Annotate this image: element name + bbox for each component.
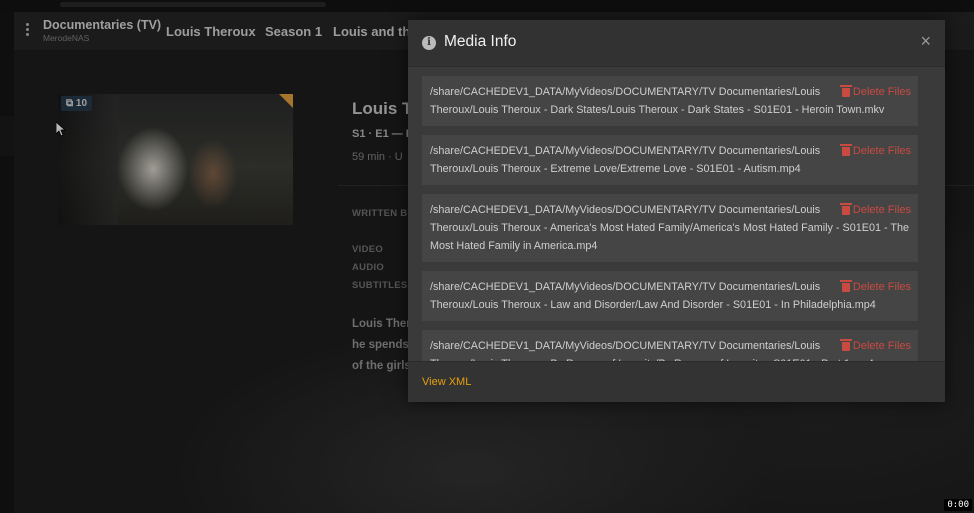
trash-icon [839, 85, 852, 97]
file-list[interactable]: /share/CACHEDEV1_DATA/MyVideos/DOCUMENTA… [422, 76, 918, 362]
trash-icon [839, 280, 852, 292]
file-path: /share/CACHEDEV1_DATA/MyVideos/DOCUMENTA… [430, 145, 821, 175]
view-xml-link[interactable]: View XML [422, 376, 471, 388]
trash-icon [839, 144, 852, 156]
delete-files-button[interactable]: Delete Files [839, 201, 911, 219]
modal-title: Media Info [444, 33, 517, 50]
media-info-modal: i Media Info × /share/CACHEDEV1_DATA/MyV… [408, 20, 945, 402]
file-item: /share/CACHEDEV1_DATA/MyVideos/DOCUMENTA… [422, 271, 918, 321]
close-button[interactable]: × [920, 32, 931, 50]
file-item: /share/CACHEDEV1_DATA/MyVideos/DOCUMENTA… [422, 330, 918, 362]
file-path: /share/CACHEDEV1_DATA/MyVideos/DOCUMENTA… [430, 340, 874, 362]
timecode: 0:00 [944, 499, 972, 511]
trash-icon [839, 339, 852, 351]
file-path: /share/CACHEDEV1_DATA/MyVideos/DOCUMENTA… [430, 86, 885, 116]
file-path: /share/CACHEDEV1_DATA/MyVideos/DOCUMENTA… [430, 281, 876, 311]
delete-files-button[interactable]: Delete Files [839, 337, 911, 355]
delete-files-button[interactable]: Delete Files [839, 83, 911, 101]
modal-footer: View XML [408, 361, 945, 402]
file-item: /share/CACHEDEV1_DATA/MyVideos/DOCUMENTA… [422, 135, 918, 185]
file-item: /share/CACHEDEV1_DATA/MyVideos/DOCUMENTA… [422, 76, 918, 126]
info-icon: i [422, 36, 436, 50]
delete-files-button[interactable]: Delete Files [839, 278, 911, 296]
modal-header: i Media Info × [408, 20, 945, 67]
file-item: /share/CACHEDEV1_DATA/MyVideos/DOCUMENTA… [422, 194, 918, 262]
delete-files-button[interactable]: Delete Files [839, 142, 911, 160]
trash-icon [839, 203, 852, 215]
file-path: /share/CACHEDEV1_DATA/MyVideos/DOCUMENTA… [430, 204, 909, 252]
